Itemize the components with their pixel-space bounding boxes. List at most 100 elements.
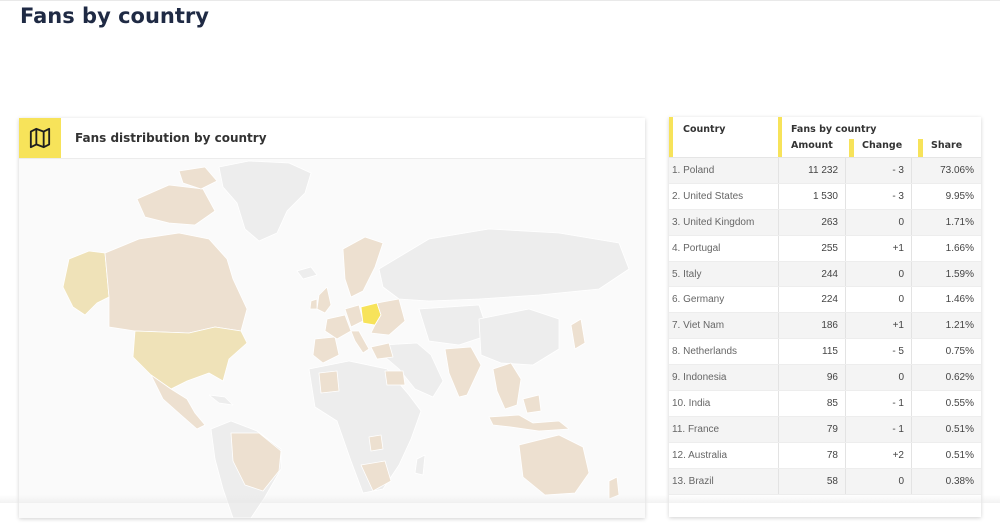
- share-header-accent: [918, 139, 923, 157]
- map-region-arctic-islands: [136, 184, 216, 226]
- country-cell: 11. France: [672, 423, 720, 435]
- amount-cell: 263: [778, 209, 846, 235]
- table-row[interactable]: 3. United Kingdom 263 0 1.71%: [669, 209, 981, 236]
- share-cell: 9.95%: [945, 190, 974, 202]
- map-region-scandinavia: [342, 236, 384, 298]
- change-cell: 0: [846, 468, 912, 494]
- country-cell: 8. Netherlands: [672, 346, 738, 358]
- share-cell: 1.71%: [945, 216, 974, 228]
- change-cell: +2: [846, 442, 912, 468]
- map-region-france: [324, 314, 352, 340]
- amount-cell: 11 232: [778, 158, 846, 183]
- map-title: Fans distribution by country: [75, 131, 267, 145]
- share-cell: 0.55%: [945, 398, 974, 410]
- table-row[interactable]: 9. Indonesia 96 0 0.62%: [669, 365, 981, 392]
- table-row[interactable]: 10. India 85- 1 0.55%: [669, 391, 981, 417]
- table-row[interactable]: 4. Portugal 255 +1 1.66%: [669, 235, 981, 262]
- country-header-accent: [669, 117, 673, 157]
- share-cell: 0.62%: [945, 372, 974, 384]
- amount-cell: 186: [778, 313, 846, 339]
- map-region-india: [444, 346, 482, 398]
- map-region-southeast-asia: [492, 362, 522, 410]
- map-region-italy: [350, 330, 370, 354]
- table-row[interactable]: 1. Poland 11 232- 3 73.06%: [669, 158, 981, 184]
- amount-column-header[interactable]: Amount: [791, 140, 833, 151]
- share-cell: 1.21%: [945, 320, 974, 332]
- amount-cell: 78: [778, 442, 846, 468]
- bottom-fade: [0, 495, 1000, 503]
- share-cell: 1.59%: [945, 268, 974, 280]
- map-region-japan: [570, 318, 586, 350]
- fans-header-accent: [778, 117, 782, 157]
- table-row[interactable]: 7. Viet Nam 186 +1 1.21%: [669, 313, 981, 340]
- change-cell: - 1: [846, 391, 912, 416]
- share-cell: 0.51%: [945, 449, 974, 461]
- amount-cell: 255: [778, 235, 846, 261]
- map-region-central-asia: [418, 304, 490, 346]
- map-card-header: Fans distribution by country: [19, 118, 645, 159]
- map-region-usa: [132, 326, 248, 390]
- map-card: Fans distribution by country: [19, 118, 645, 519]
- amount-cell: 58: [778, 468, 846, 494]
- amount-cell: 244: [778, 261, 846, 287]
- world-map[interactable]: [19, 159, 645, 519]
- share-cell: 0.51%: [945, 423, 974, 435]
- map-region-russia: [378, 228, 630, 302]
- share-column-header[interactable]: Share: [931, 140, 962, 151]
- change-cell: 0: [846, 365, 912, 391]
- amount-cell: 79: [778, 416, 846, 442]
- share-cell: 1.46%: [945, 294, 974, 306]
- amount-cell: 1 530: [778, 183, 846, 209]
- table-row[interactable]: 5. Italy 244 0 1.59%: [669, 261, 981, 288]
- page-title: Fans by country: [20, 4, 209, 28]
- map-icon: [19, 118, 61, 158]
- share-cell: 73.06%: [940, 165, 974, 176]
- change-column-header[interactable]: Change: [862, 140, 902, 151]
- country-cell: 12. Australia: [672, 449, 728, 461]
- country-cell: 6. Germany: [672, 294, 725, 306]
- map-region-australia: [518, 434, 590, 496]
- share-cell: 1.66%: [945, 242, 974, 254]
- country-cell: 5. Italy: [672, 268, 702, 280]
- change-cell: 0: [846, 209, 912, 235]
- map-region-uk: [316, 286, 332, 314]
- country-cell: 7. Viet Nam: [672, 320, 725, 332]
- map-region-china: [478, 308, 560, 366]
- country-cell: 13. Brazil: [672, 475, 714, 487]
- change-header-accent: [849, 139, 854, 157]
- table-row[interactable]: 2. United States 1 530- 3 9.95%: [669, 183, 981, 210]
- change-cell: 0: [846, 261, 912, 287]
- amount-cell: 224: [778, 287, 846, 313]
- amount-cell: 96: [778, 365, 846, 391]
- table-row[interactable]: 12. Australia 78 +2 0.51%: [669, 442, 981, 469]
- change-cell: +1: [846, 235, 912, 261]
- change-cell: - 3: [846, 158, 912, 183]
- map-region-indonesia: [488, 414, 570, 432]
- change-cell: 0: [846, 287, 912, 313]
- amount-cell: 85: [778, 391, 846, 416]
- table-body: 1. Poland 11 232- 3 73.06% 2. United States…: [669, 158, 981, 495]
- country-column-header[interactable]: Country: [683, 124, 725, 135]
- table-row[interactable]: 6. Germany 224 0 1.46%: [669, 287, 981, 314]
- change-cell: - 3: [846, 183, 912, 209]
- amount-cell: 115: [778, 339, 846, 365]
- country-cell: 9. Indonesia: [672, 372, 727, 384]
- change-cell: +1: [846, 313, 912, 339]
- map-region-alaska: [62, 250, 110, 316]
- map-region-iberia: [312, 336, 340, 364]
- fans-group-header: Fans by country: [791, 124, 877, 135]
- country-cell: 2. United States: [672, 190, 744, 202]
- map-region-greenland: [218, 160, 312, 242]
- country-cell: 1. Poland: [672, 165, 715, 176]
- country-cell: 4. Portugal: [672, 242, 721, 254]
- map-region-canada: [104, 232, 248, 334]
- top-divider: [0, 0, 1000, 1]
- share-cell: 0.38%: [945, 475, 974, 487]
- change-cell: - 5: [846, 339, 912, 365]
- table-row[interactable]: 13. Brazil 58 0 0.38%: [669, 468, 981, 495]
- change-cell: - 1: [846, 416, 912, 442]
- country-cell: 10. India: [672, 398, 711, 410]
- table-row[interactable]: 8. Netherlands 115- 5 0.75%: [669, 339, 981, 366]
- table-row[interactable]: 11. France 79- 1 0.51%: [669, 416, 981, 443]
- share-cell: 0.75%: [945, 346, 974, 358]
